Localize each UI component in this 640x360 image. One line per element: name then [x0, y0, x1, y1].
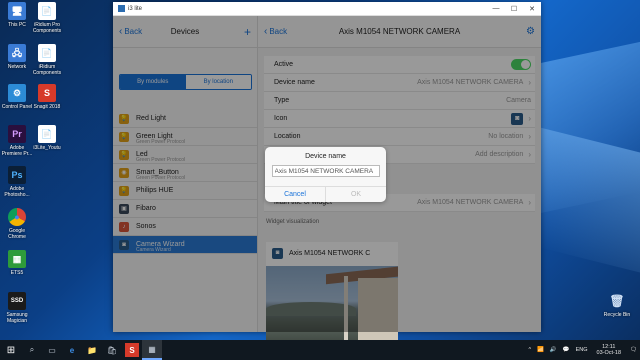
- tray-chevron-icon[interactable]: ^: [528, 347, 531, 353]
- computer-icon: 🖥: [8, 2, 26, 20]
- premiere-icon: Pr: [8, 125, 26, 143]
- i3-lite-taskbar-icon[interactable]: ▦: [142, 340, 162, 360]
- desktop-icon-iridium-pro-components[interactable]: 📄 iRidium Pro Components: [30, 2, 64, 34]
- desktop-icon-label: Snagit 2018: [33, 104, 61, 110]
- desktop-icon-recycle-bin[interactable]: 🗑 Recycle Bin: [600, 292, 634, 318]
- desktop-icon-label: Control Panel: [1, 104, 33, 110]
- desktop-icon-label: Google Chrome: [8, 228, 26, 240]
- desktop-icon-chrome[interactable]: ● Google Chrome: [0, 208, 34, 240]
- desktop-icon-this-pc[interactable]: 🖥 This PC: [0, 2, 34, 28]
- device-name-input[interactable]: [271, 165, 380, 177]
- desktop-icon-label: Recycle Bin: [603, 312, 631, 318]
- message-icon[interactable]: 💬: [563, 347, 570, 353]
- system-tray: ^ 📶 🔊 💬 ENG 12:11 03-Oct-18 🗨: [525, 344, 640, 356]
- network-icon: 🖧: [8, 44, 26, 62]
- desktop-icon-label: This PC: [8, 22, 26, 28]
- device-name-dialog: Device name Cancel OK: [265, 147, 386, 202]
- desktop-icon-premiere[interactable]: Pr Adobe Premiere Pr...: [0, 125, 34, 157]
- photoshop-icon: Ps: [8, 166, 26, 184]
- window-titlebar[interactable]: i3 lite — ☐ ✕: [113, 2, 541, 16]
- desktop-icon-ets5[interactable]: ▦ ETS5: [0, 250, 34, 276]
- ets5-icon: ▦: [8, 250, 26, 268]
- folder-icon[interactable]: 📁: [82, 340, 102, 360]
- cancel-button[interactable]: Cancel: [265, 187, 326, 202]
- task-view-icon[interactable]: ▭: [42, 340, 62, 360]
- taskbar: ⊞ ⌕ ▭ e 📁 🛍 S ▦ ^ 📶 🔊 💬 ENG 12:11 03-Oct…: [0, 340, 640, 360]
- desktop-icon-network[interactable]: 🖧 Network: [0, 44, 34, 70]
- desktop-icon-label: Network: [7, 64, 27, 70]
- dialog-title: Device name: [305, 153, 346, 160]
- notifications-icon[interactable]: 🗨: [630, 347, 637, 353]
- desktop-icon-label: i3Lite_Youtu: [33, 145, 61, 151]
- desktop-icon-samsung-magician[interactable]: SSD Samsung Magician: [0, 292, 34, 324]
- ok-button[interactable]: OK: [326, 187, 386, 202]
- desktop-icon-label: iRidium Pro Components: [32, 22, 62, 34]
- desktop-icon-label: Samsung Magician: [6, 312, 28, 324]
- recycle-bin-icon: 🗑: [609, 294, 625, 308]
- close-button[interactable]: ✕: [523, 5, 541, 13]
- window-title: i3 lite: [128, 5, 143, 12]
- clock-date: 03-Oct-18: [596, 350, 622, 356]
- desktop-icon-label: Adobe Photosho...: [4, 186, 30, 198]
- desktop-icon-label: Adobe Premiere Pr...: [1, 145, 33, 157]
- file-icon: 📄: [38, 125, 56, 143]
- file-icon: 📄: [38, 2, 56, 20]
- search-icon[interactable]: ⌕: [22, 340, 42, 360]
- volume-icon[interactable]: 🔊: [550, 347, 557, 353]
- wallpaper-light-beam: [540, 127, 640, 273]
- network-icon[interactable]: 📶: [537, 347, 544, 353]
- maximize-button[interactable]: ☐: [505, 5, 523, 13]
- snagit-icon: S: [38, 84, 56, 102]
- desktop-icon-photoshop[interactable]: Ps Adobe Photosho...: [0, 166, 34, 198]
- dialog-buttons: Cancel OK: [265, 186, 386, 202]
- chrome-icon: ●: [8, 208, 26, 226]
- file-icon: 📄: [38, 44, 56, 62]
- desktop-icon-iridium-components[interactable]: 📄 iRidium Components: [30, 44, 64, 76]
- start-button[interactable]: ⊞: [0, 340, 22, 360]
- edge-icon[interactable]: e: [62, 340, 82, 360]
- ssd-icon: SSD: [8, 292, 26, 310]
- desktop-icon-control-panel[interactable]: ⚙ Control Panel: [0, 84, 34, 110]
- desktop-icon-snagit[interactable]: S Snagit 2018: [30, 84, 64, 110]
- desktop-icon-label: ETS5: [10, 270, 24, 276]
- control-panel-icon: ⚙: [8, 84, 26, 102]
- snagit-taskbar-icon[interactable]: S: [125, 343, 139, 357]
- desktop-icon-i3lite-youtube[interactable]: 📄 i3Lite_Youtu: [30, 125, 64, 151]
- clock[interactable]: 12:11 03-Oct-18: [597, 344, 621, 356]
- app-icon: [118, 5, 125, 12]
- minimize-button[interactable]: —: [487, 5, 505, 13]
- language-indicator[interactable]: ENG: [576, 347, 588, 353]
- store-icon[interactable]: 🛍: [102, 340, 122, 360]
- desktop-icon-label: iRidium Components: [32, 64, 62, 76]
